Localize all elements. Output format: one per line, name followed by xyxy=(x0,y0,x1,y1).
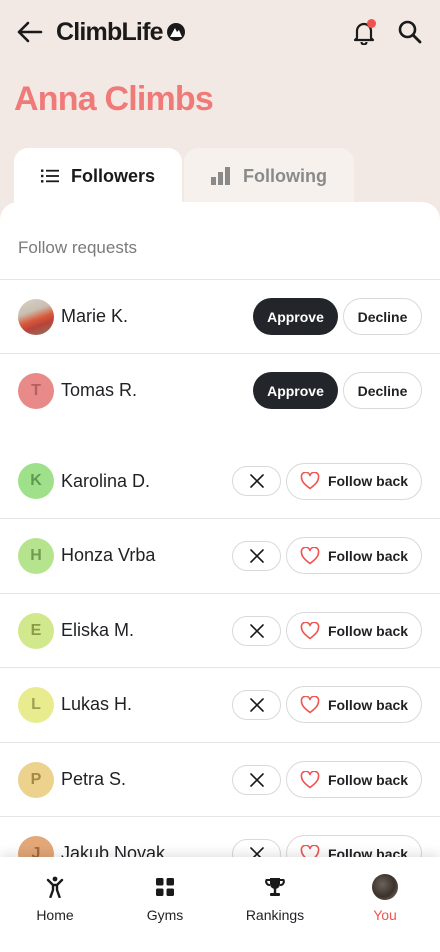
avatar xyxy=(372,874,398,900)
remove-follower-button[interactable] xyxy=(232,540,281,571)
follow-back-button[interactable]: Follow back xyxy=(286,761,422,798)
close-icon xyxy=(249,548,264,563)
top-app-bar: ClimbLife xyxy=(0,0,440,64)
decline-button[interactable]: Decline xyxy=(343,298,422,335)
request-row: Marie K. Approve Decline xyxy=(0,279,440,353)
nav-gyms[interactable]: Gyms xyxy=(110,857,220,952)
profile-title: Anna Climbs xyxy=(14,80,214,118)
follower-row: L Lukas H. Follow back xyxy=(0,667,440,741)
follow-back-label: Follow back xyxy=(327,622,409,639)
remove-follower-button[interactable] xyxy=(232,615,281,646)
avatar[interactable]: L xyxy=(18,686,54,723)
bar-chart-icon xyxy=(211,167,230,185)
tab-following[interactable]: Following xyxy=(184,148,354,204)
app-name: ClimbLife xyxy=(56,17,164,46)
tab-followers-label: Followers xyxy=(70,165,155,186)
nav-rankings[interactable]: Rankings xyxy=(220,857,330,952)
follow-back-button[interactable]: Follow back xyxy=(286,686,422,723)
heart-icon xyxy=(300,695,320,713)
follower-row: P Petra S. Follow back xyxy=(0,742,440,816)
follow-back-button[interactable]: Follow back xyxy=(286,612,422,649)
follower-row: E Eliska M. Follow back xyxy=(0,593,440,667)
notifications-button[interactable] xyxy=(350,18,378,46)
follow-back-button[interactable]: Follow back xyxy=(286,462,422,500)
tab-following-label: Following xyxy=(243,165,327,186)
search-icon xyxy=(398,20,422,44)
user-name[interactable]: Marie K. xyxy=(61,306,128,327)
avatar[interactable]: H xyxy=(18,537,54,574)
app-logo[interactable]: ClimbLife xyxy=(56,18,186,47)
climber-icon xyxy=(46,876,64,898)
remove-follower-button[interactable] xyxy=(232,466,281,496)
nav-home[interactable]: Home xyxy=(0,857,110,952)
heart-icon xyxy=(300,472,320,490)
list-icon xyxy=(40,169,59,183)
back-arrow-icon[interactable] xyxy=(16,18,44,46)
trophy-icon xyxy=(265,878,285,896)
follow-back-label: Follow back xyxy=(327,547,409,564)
approve-button[interactable]: Approve xyxy=(253,372,338,409)
nav-rankings-label: Rankings xyxy=(245,907,305,923)
follow-back-label: Follow back xyxy=(327,771,409,788)
heart-icon xyxy=(300,546,320,564)
notification-dot xyxy=(367,19,376,28)
user-name[interactable]: Karolina D. xyxy=(61,471,150,492)
avatar[interactable]: K xyxy=(18,463,54,499)
avatar[interactable]: E xyxy=(18,612,54,649)
follower-row: H Honza Vrba Follow back xyxy=(0,518,440,592)
follow-back-label: Follow back xyxy=(327,696,409,713)
climblife-logo-icon xyxy=(166,23,185,41)
nav-gyms-label: Gyms xyxy=(146,907,184,923)
follow-back-label: Follow back xyxy=(327,473,409,489)
tab-followers[interactable]: Followers xyxy=(14,148,182,204)
heart-icon xyxy=(300,621,320,639)
user-name[interactable]: Tomas R. xyxy=(61,380,137,401)
section-title: Follow requests xyxy=(18,238,138,257)
nav-you[interactable]: You xyxy=(330,857,440,952)
bottom-nav: Home Gyms Rankings You xyxy=(0,857,440,952)
remove-follower-button[interactable] xyxy=(232,689,281,720)
decline-button[interactable]: Decline xyxy=(343,372,422,409)
close-icon xyxy=(249,772,264,787)
search-button[interactable] xyxy=(396,18,424,46)
follow-back-button[interactable]: Follow back xyxy=(286,537,422,574)
nav-you-label: You xyxy=(373,907,397,923)
close-icon xyxy=(249,697,264,712)
remove-follower-button[interactable] xyxy=(232,764,281,795)
avatar[interactable]: T xyxy=(18,372,54,409)
user-name[interactable]: Petra S. xyxy=(61,769,126,790)
approve-button[interactable]: Approve xyxy=(253,298,338,335)
tab-bar: Followers Following xyxy=(14,148,354,204)
close-icon xyxy=(249,474,264,488)
user-name[interactable]: Eliska M. xyxy=(61,620,134,641)
user-name[interactable]: Honza Vrba xyxy=(61,545,155,566)
grid-icon xyxy=(156,878,174,896)
avatar[interactable]: P xyxy=(18,761,54,798)
followers-panel: Follow requests Marie K. Approve Decline… xyxy=(0,202,440,952)
heart-icon xyxy=(300,770,320,788)
user-name[interactable]: Lukas H. xyxy=(61,694,132,715)
avatar[interactable] xyxy=(18,298,54,335)
nav-home-label: Home xyxy=(36,907,74,923)
follower-row: K Karolina D. Follow back xyxy=(0,444,440,518)
request-row: T Tomas R. Approve Decline xyxy=(0,353,440,427)
close-icon xyxy=(249,623,264,638)
